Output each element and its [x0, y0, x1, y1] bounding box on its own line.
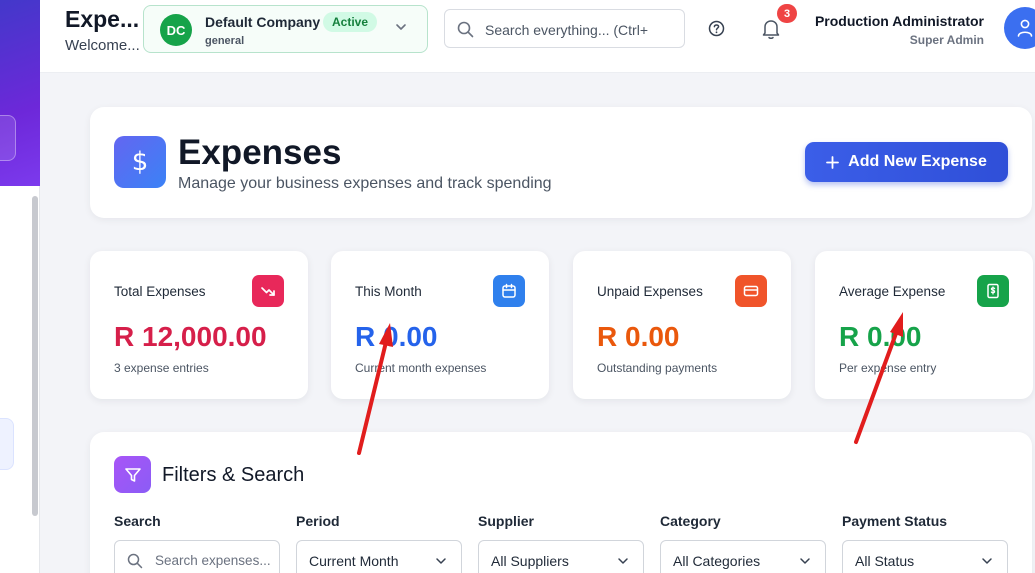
search-icon — [127, 553, 143, 569]
filters-card: Filters & Search Search Period Supplier … — [90, 432, 1032, 573]
header-welcome-text: Welcome... — [65, 37, 140, 54]
trending-down-icon — [252, 275, 284, 307]
stat-card-this-month: This Month R 0.00 Current month expenses — [331, 251, 549, 399]
calendar-icon — [493, 275, 525, 307]
filters-title: Filters & Search — [162, 464, 305, 486]
stat-value: R 0.00 — [597, 321, 680, 352]
filter-icon — [114, 456, 151, 493]
stat-subtext: Current month expenses — [355, 361, 487, 375]
chevron-down-icon — [618, 558, 628, 564]
company-switcher[interactable]: DC Default Company Active general — [143, 5, 428, 53]
stat-label: Unpaid Expenses — [597, 284, 703, 299]
user-icon — [1017, 19, 1033, 37]
stat-value: R 0.00 — [355, 321, 438, 352]
filter-label-period: Period — [296, 513, 340, 529]
sidebar-scrollbar[interactable] — [32, 196, 38, 516]
stat-card-average-expense: Average Expense R 0.00 Per expense entry — [815, 251, 1033, 399]
stat-label: Average Expense — [839, 284, 946, 299]
sidebar-collapse-button[interactable] — [0, 115, 16, 161]
stat-subtext: Outstanding payments — [597, 361, 718, 375]
chevron-down-icon — [982, 558, 992, 564]
search-icon — [457, 21, 474, 38]
company-name: Default Company — [205, 14, 321, 30]
top-header: Expe... Welcome... DC Default Company Ac… — [40, 0, 1035, 73]
stat-label: Total Expenses — [114, 284, 206, 299]
stat-card-unpaid-expenses: Unpaid Expenses R 0.00 Outstanding payme… — [573, 251, 791, 399]
expense-search-placeholder: Search expenses... — [155, 553, 271, 568]
expense-search-input[interactable]: Search expenses... — [114, 540, 280, 573]
global-search-input[interactable]: Search everything... (Ctrl+ — [444, 9, 685, 48]
company-status-badge: Active — [323, 12, 378, 32]
user-role: Super Admin — [909, 33, 984, 47]
category-select-value: All Categories — [673, 553, 761, 569]
help-icon[interactable] — [708, 20, 725, 37]
category-select[interactable]: All Categories — [660, 540, 826, 573]
stat-value: R 12,000.00 — [114, 321, 267, 352]
supplier-select-value: All Suppliers — [491, 553, 569, 569]
filter-label-category: Category — [660, 513, 721, 529]
page-title: Expenses — [178, 133, 342, 172]
notification-count-badge: 3 — [777, 4, 797, 23]
add-new-expense-label: Add New Expense — [848, 153, 987, 170]
stat-label: This Month — [355, 284, 422, 299]
company-avatar: DC — [160, 14, 192, 46]
stat-value: R 0.00 — [839, 321, 922, 352]
company-subtitle: general — [205, 35, 245, 47]
chevron-down-icon — [800, 558, 810, 564]
stat-card-total-expenses: Total Expenses R 12,000.00 3 expense ent… — [90, 251, 308, 399]
supplier-select[interactable]: All Suppliers — [478, 540, 644, 573]
user-avatar[interactable] — [1004, 7, 1035, 49]
filter-label-supplier: Supplier — [478, 513, 535, 529]
bell-icon[interactable] — [761, 18, 781, 40]
chevron-down-icon — [436, 558, 446, 564]
period-select[interactable]: Current Month — [296, 540, 462, 573]
header-page-name: Expe... — [65, 6, 140, 32]
page-header-card: $ Expenses Manage your business expenses… — [90, 107, 1032, 218]
global-search-placeholder: Search everything... (Ctrl+ — [485, 22, 649, 38]
period-select-value: Current Month — [309, 553, 399, 569]
sidebar — [0, 0, 40, 573]
add-new-expense-button[interactable]: Add New Expense — [805, 142, 1008, 182]
chevron-down-icon — [396, 24, 406, 30]
user-name: Production Administrator — [814, 13, 984, 29]
payment-status-select-value: All Status — [855, 553, 915, 569]
filter-label-search: Search — [114, 513, 161, 529]
dollar-icon: $ — [114, 136, 166, 188]
stat-subtext: 3 expense entries — [114, 361, 209, 375]
stat-subtext: Per expense entry — [839, 361, 937, 375]
page-subtitle: Manage your business expenses and track … — [178, 175, 552, 192]
payment-status-select[interactable]: All Status — [842, 540, 1008, 573]
sidebar-active-item[interactable] — [0, 418, 14, 470]
plus-icon — [826, 155, 840, 169]
credit-card-icon — [735, 275, 767, 307]
filter-label-payment-status: Payment Status — [842, 513, 948, 529]
receipt-icon — [977, 275, 1009, 307]
